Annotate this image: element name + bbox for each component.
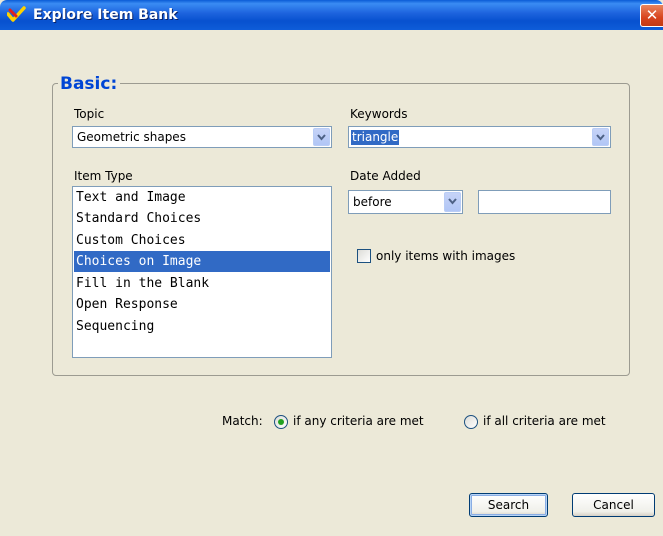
list-item[interactable]: Open Response [74, 294, 330, 315]
list-item[interactable]: Standard Choices [74, 208, 330, 229]
topic-label: Topic [74, 107, 105, 121]
date-operator-select[interactable]: before [348, 190, 463, 214]
list-item[interactable]: Text and Image [74, 187, 330, 208]
chevron-down-icon [448, 198, 457, 205]
keywords-combo[interactable]: triangle [348, 126, 611, 148]
date-value-input[interactable] [478, 190, 611, 214]
date-operator-value: before [353, 195, 392, 209]
chevron-down-icon [317, 134, 326, 141]
match-all-radio[interactable] [464, 415, 478, 429]
search-button[interactable]: Search [469, 493, 548, 517]
list-item[interactable]: Custom Choices [74, 230, 330, 251]
keywords-label: Keywords [350, 107, 408, 121]
item-type-label: Item Type [74, 169, 133, 183]
keywords-value[interactable]: triangle [351, 130, 400, 145]
images-only-label[interactable]: only items with images [376, 248, 515, 264]
list-item[interactable]: Fill in the Blank [74, 273, 330, 294]
close-button[interactable]: ✕ [640, 4, 663, 27]
window-title: Explore Item Bank [33, 7, 178, 23]
group-title: Basic: [58, 74, 121, 94]
keywords-dropdown-button[interactable] [592, 128, 609, 146]
match-any-radio[interactable] [274, 415, 288, 429]
match-all-label[interactable]: if all criteria are met [483, 413, 606, 429]
date-operator-dropdown-button[interactable] [444, 192, 461, 212]
close-icon: ✕ [645, 6, 659, 24]
topic-value: Geometric shapes [77, 130, 186, 144]
pencil-check-icon [6, 6, 27, 24]
images-only-checkbox[interactable] [357, 249, 371, 263]
topic-dropdown-button[interactable] [313, 128, 330, 146]
radio-selected-dot [278, 419, 284, 425]
match-any-label[interactable]: if any criteria are met [293, 413, 424, 429]
chevron-down-icon [596, 134, 605, 141]
topic-select[interactable]: Geometric shapes [72, 126, 332, 148]
list-item-selected[interactable]: Choices on Image [74, 251, 330, 272]
date-added-label: Date Added [350, 169, 421, 183]
cancel-button[interactable]: Cancel [572, 493, 655, 517]
item-type-listbox[interactable]: Text and Image Standard Choices Custom C… [72, 186, 332, 358]
title-bar: Explore Item Bank ✕ [0, 0, 663, 30]
match-label: Match: [222, 414, 263, 428]
list-item[interactable]: Sequencing [74, 316, 330, 337]
